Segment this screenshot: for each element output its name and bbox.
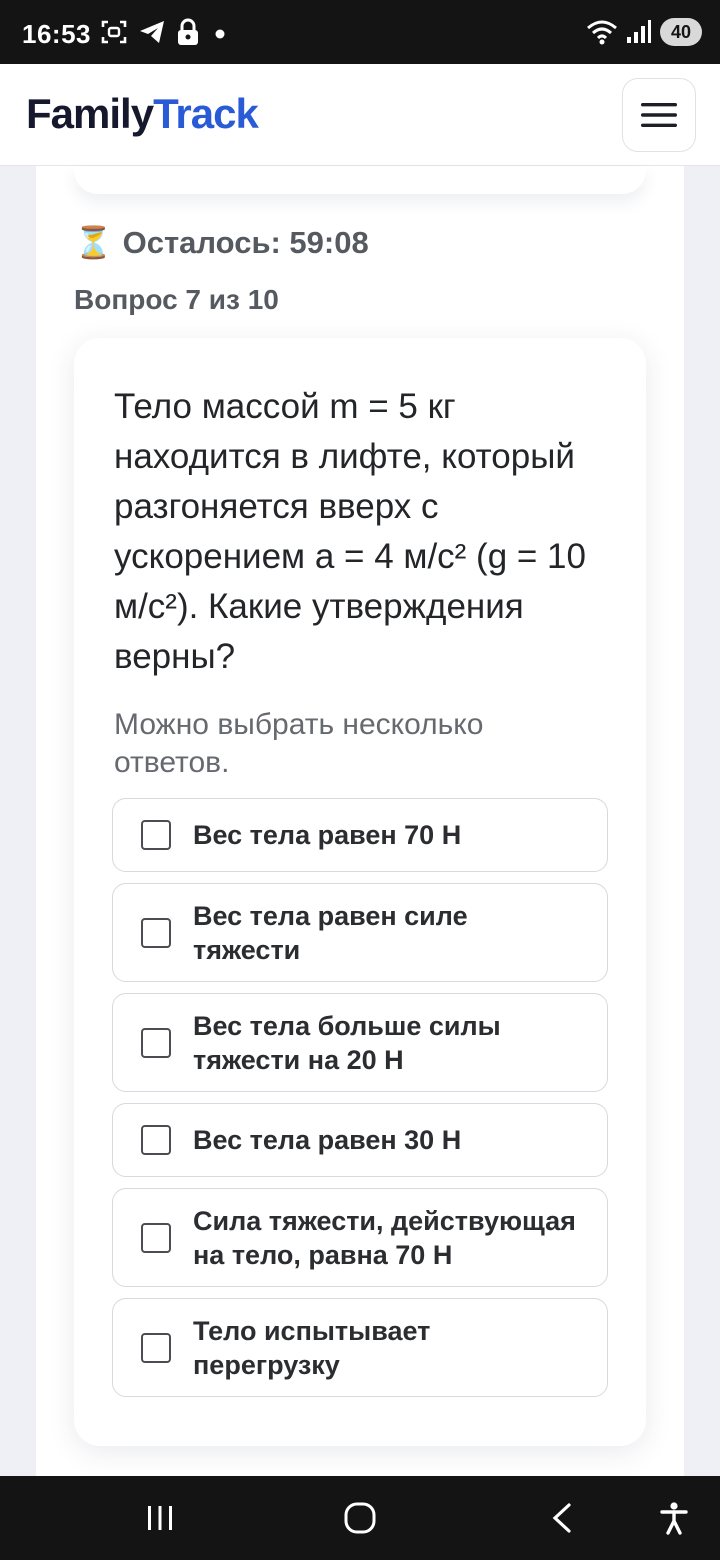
system-nav-bar xyxy=(0,1476,720,1560)
quiz-page: ⏳ Осталось: 59:08 Вопрос 7 из 10 Тело ма… xyxy=(36,166,684,1476)
status-time: 16:53 xyxy=(22,19,91,49)
answer-option[interactable]: Вес тела равен 30 Н xyxy=(112,1103,608,1177)
home-button[interactable] xyxy=(336,1498,384,1538)
recent-apps-button[interactable] xyxy=(138,1498,182,1538)
answer-checkbox[interactable] xyxy=(141,820,171,850)
answer-option[interactable]: Вес тела равен силе тяжести xyxy=(112,883,608,982)
answer-label: Вес тела равен силе тяжести xyxy=(193,900,468,965)
answer-option[interactable]: Вес тела больше силы тяжести на 20 Н xyxy=(112,993,608,1092)
lock-icon xyxy=(178,18,198,45)
multiple-choice-hint: Можно выбрать несколько ответов. xyxy=(114,708,484,779)
battery-icon: 40 xyxy=(660,18,702,46)
screenshot-icon xyxy=(101,20,127,44)
question-counter: Вопрос 7 из 10 xyxy=(74,284,279,315)
menu-button[interactable] xyxy=(622,78,696,152)
back-button[interactable] xyxy=(540,1498,584,1538)
logo[interactable]: FamilyTrack xyxy=(26,90,259,138)
answer-label: Тело испытывает перегрузку xyxy=(193,1315,431,1380)
answer-option[interactable]: Вес тела равен 70 Н xyxy=(112,798,608,872)
battery-level: 40 xyxy=(670,21,692,42)
answer-option[interactable]: Тело испытывает перегрузку xyxy=(112,1298,608,1397)
accessibility-icon xyxy=(660,1502,688,1535)
logo-part-track: Track xyxy=(153,90,259,137)
home-icon xyxy=(344,1502,376,1534)
answer-label: Вес тела равен 30 Н xyxy=(193,1125,462,1155)
dot-icon xyxy=(215,29,225,39)
answer-checkbox[interactable] xyxy=(141,917,171,948)
previous-card xyxy=(74,166,646,194)
status-bar: 16:53 40 xyxy=(0,0,720,64)
answer-checkbox[interactable] xyxy=(141,1222,171,1253)
logo-part-family: Family xyxy=(26,90,154,137)
signal-icon xyxy=(627,20,651,43)
answer-option[interactable]: Сила тяжести, действующая на тело, равна… xyxy=(112,1188,608,1287)
question-card: Тело массой m = 5 кг находится в лифте, … xyxy=(74,338,646,1446)
answer-checkbox[interactable] xyxy=(141,1332,171,1363)
accessibility-button[interactable] xyxy=(652,1498,696,1538)
wifi-icon xyxy=(587,20,617,45)
timer-text: Осталось: 59:08 xyxy=(122,224,369,260)
answer-checkbox[interactable] xyxy=(141,1125,171,1155)
hamburger-menu-icon xyxy=(641,103,677,127)
answer-label: Вес тела равен 70 Н xyxy=(193,820,462,850)
back-icon xyxy=(552,1503,571,1533)
telegram-icon xyxy=(140,21,164,43)
answer-label: Сила тяжести, действующая на тело, равна… xyxy=(193,1205,576,1270)
timer: ⏳ Осталось: 59:08 xyxy=(74,224,369,261)
hourglass-icon: ⏳ xyxy=(74,225,113,260)
recent-apps-icon xyxy=(148,1506,172,1530)
question-text: Тело массой m = 5 кг находится в лифте, … xyxy=(114,387,586,676)
answer-label: Вес тела больше силы тяжести на 20 Н xyxy=(193,1010,501,1075)
app-header: FamilyTrack xyxy=(0,64,720,166)
answer-checkbox[interactable] xyxy=(141,1027,171,1058)
